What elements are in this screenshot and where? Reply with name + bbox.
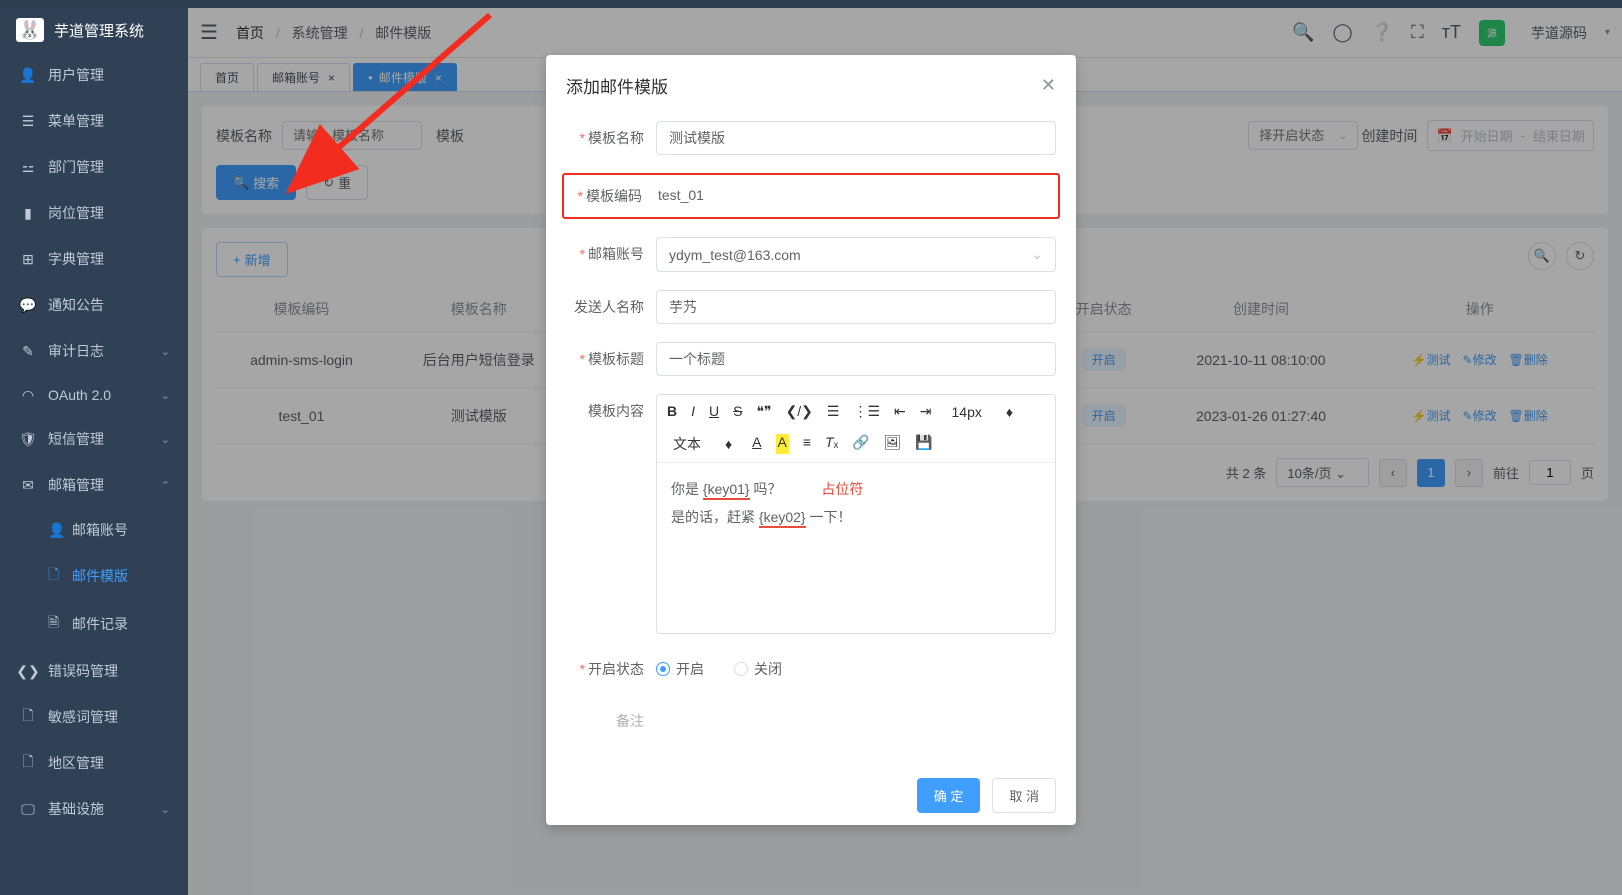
chevron-down-icon: ⌄ (161, 803, 170, 816)
chevron-up-icon: ⌃ (161, 479, 170, 492)
confirm-button[interactable]: 确 定 (917, 778, 981, 813)
label-remark: 备注 (616, 713, 644, 729)
menu-sms[interactable]: 🛡 短信管理 ⌄ (0, 416, 188, 462)
list-ol-icon[interactable]: ☰ (827, 403, 840, 420)
label-subject: 模板标题 (588, 351, 644, 367)
strike-icon[interactable]: S (733, 403, 742, 420)
user-icon: 👤 (20, 67, 36, 83)
image-icon[interactable]: 🖼 (884, 434, 902, 454)
fontsize-select[interactable]: 14px ♦ (946, 403, 1020, 420)
italic-icon[interactable]: I (691, 403, 695, 420)
align-icon[interactable]: ≡ (803, 434, 811, 454)
logo-icon: 🐰 (16, 18, 44, 42)
infra-icon: 🖵 (20, 801, 36, 817)
word-icon: 🗋 (20, 709, 36, 725)
menu-user-mgmt[interactable]: 👤 用户管理 (0, 52, 188, 98)
document-icon: 🗎 (48, 612, 62, 636)
menu-icon: ☰ (20, 113, 36, 129)
font-color-icon[interactable]: A (752, 434, 761, 454)
logo: 🐰 芋道管理系统 (0, 8, 188, 52)
chevron-down-icon: ⌄ (161, 345, 170, 358)
submenu-mail-template[interactable]: 🗋 邮件模版 (0, 552, 188, 600)
label-code: 模板编码 (586, 188, 642, 204)
editor-toolbar: B I U S ❝❞ ❮/❯ ☰ ⋮☰ ⇤ ⇥ 14px ♦ 文本 ♦ A A … (657, 395, 1055, 463)
save-icon[interactable]: 💾 (915, 434, 932, 454)
submenu-mail-account[interactable]: 👤 邮箱账号 (0, 508, 188, 552)
mail-icon: ✉ (20, 477, 36, 493)
quote-icon[interactable]: ❝❞ (756, 403, 771, 420)
template-icon: 🗋 (48, 564, 62, 588)
bold-icon[interactable]: B (667, 403, 677, 420)
submenu-mail-log[interactable]: 🗎 邮件记录 (0, 600, 188, 648)
underline-icon[interactable]: U (709, 403, 719, 420)
indent-icon[interactable]: ⇥ (920, 403, 932, 420)
user-icon: 👤 (48, 522, 62, 539)
radio-open[interactable]: 开启 (656, 659, 704, 679)
annotation-placeholder: 占位符 (821, 481, 863, 497)
sidebar: 🐰 芋道管理系统 👤 用户管理 ☰ 菜单管理 ⚍ 部门管理 ▮ 岗位管理 ⊞ 字… (0, 8, 188, 895)
menu-error-code[interactable]: ❮❯ 错误码管理 (0, 648, 188, 694)
menu-mail[interactable]: ✉ 邮箱管理 ⌃ (0, 462, 188, 508)
chevron-down-icon: ⌄ (161, 389, 170, 402)
menu-audit[interactable]: ✎ 审计日志 ⌄ (0, 328, 188, 374)
input-sender[interactable] (656, 290, 1056, 324)
menu-menu-mgmt[interactable]: ☰ 菜单管理 (0, 98, 188, 144)
menu-dept-mgmt[interactable]: ⚍ 部门管理 (0, 144, 188, 190)
audit-icon: ✎ (20, 343, 36, 359)
shield-icon: 🛡 (20, 431, 36, 447)
cancel-button[interactable]: 取 消 (992, 778, 1056, 813)
tree-icon: ⚍ (20, 159, 36, 175)
link-icon[interactable]: 🔗 (852, 434, 869, 454)
menu-area[interactable]: 🗋 地区管理 (0, 740, 188, 786)
area-icon: 🗋 (20, 755, 36, 771)
menu-post-mgmt[interactable]: ▮ 岗位管理 (0, 190, 188, 236)
input-code[interactable] (654, 179, 1054, 211)
label-status: 开启状态 (588, 661, 644, 677)
post-icon: ▮ (20, 205, 36, 221)
clear-format-icon[interactable]: Tₓ (825, 434, 838, 454)
code-icon: ❮❯ (20, 663, 36, 679)
menu-infra[interactable]: 🖵 基础设施 ⌄ (0, 786, 188, 832)
input-subject[interactable] (656, 342, 1056, 376)
outdent-icon[interactable]: ⇤ (894, 403, 906, 420)
bg-color-icon[interactable]: A (776, 434, 789, 454)
chevron-down-icon: ⌄ (161, 433, 170, 446)
editor-body[interactable]: 你是 {key01} 吗？ 占位符 是的话，赶紧 {key02} 一下！ (657, 463, 1055, 633)
code-icon[interactable]: ❮/❯ (786, 403, 813, 420)
close-icon[interactable]: ✕ (1041, 75, 1056, 96)
message-icon: 💬 (20, 297, 36, 313)
input-name[interactable] (656, 121, 1056, 155)
menu-dict-mgmt[interactable]: ⊞ 字典管理 (0, 236, 188, 282)
rich-editor: B I U S ❝❞ ❮/❯ ☰ ⋮☰ ⇤ ⇥ 14px ♦ 文本 ♦ A A … (656, 394, 1056, 634)
chevron-down-icon: ⌄ (1031, 246, 1043, 263)
label-account: 邮箱账号 (588, 246, 644, 262)
menu-notice[interactable]: 💬 通知公告 (0, 282, 188, 328)
radio-close[interactable]: 关闭 (734, 659, 782, 679)
oauth-icon: ◠ (20, 387, 36, 403)
label-content: 模板内容 (588, 403, 644, 419)
add-template-modal: 添加邮件模版 ✕ *模板名称 *模板编码 *邮箱账号 ydym_test@163… (546, 55, 1076, 825)
select-account[interactable]: ydym_test@163.com ⌄ (656, 237, 1056, 272)
modal-title: 添加邮件模版 (566, 73, 668, 98)
list-ul-icon[interactable]: ⋮☰ (853, 403, 880, 420)
menu-oauth[interactable]: ◠ OAuth 2.0 ⌄ (0, 374, 188, 416)
app-title: 芋道管理系统 (54, 20, 144, 41)
heading-select[interactable]: 文本 ♦ (667, 434, 738, 454)
label-name: 模板名称 (588, 130, 644, 146)
menu-sensitive-word[interactable]: 🗋 敏感词管理 (0, 694, 188, 740)
label-sender: 发送人名称 (574, 299, 644, 315)
dict-icon: ⊞ (20, 251, 36, 267)
